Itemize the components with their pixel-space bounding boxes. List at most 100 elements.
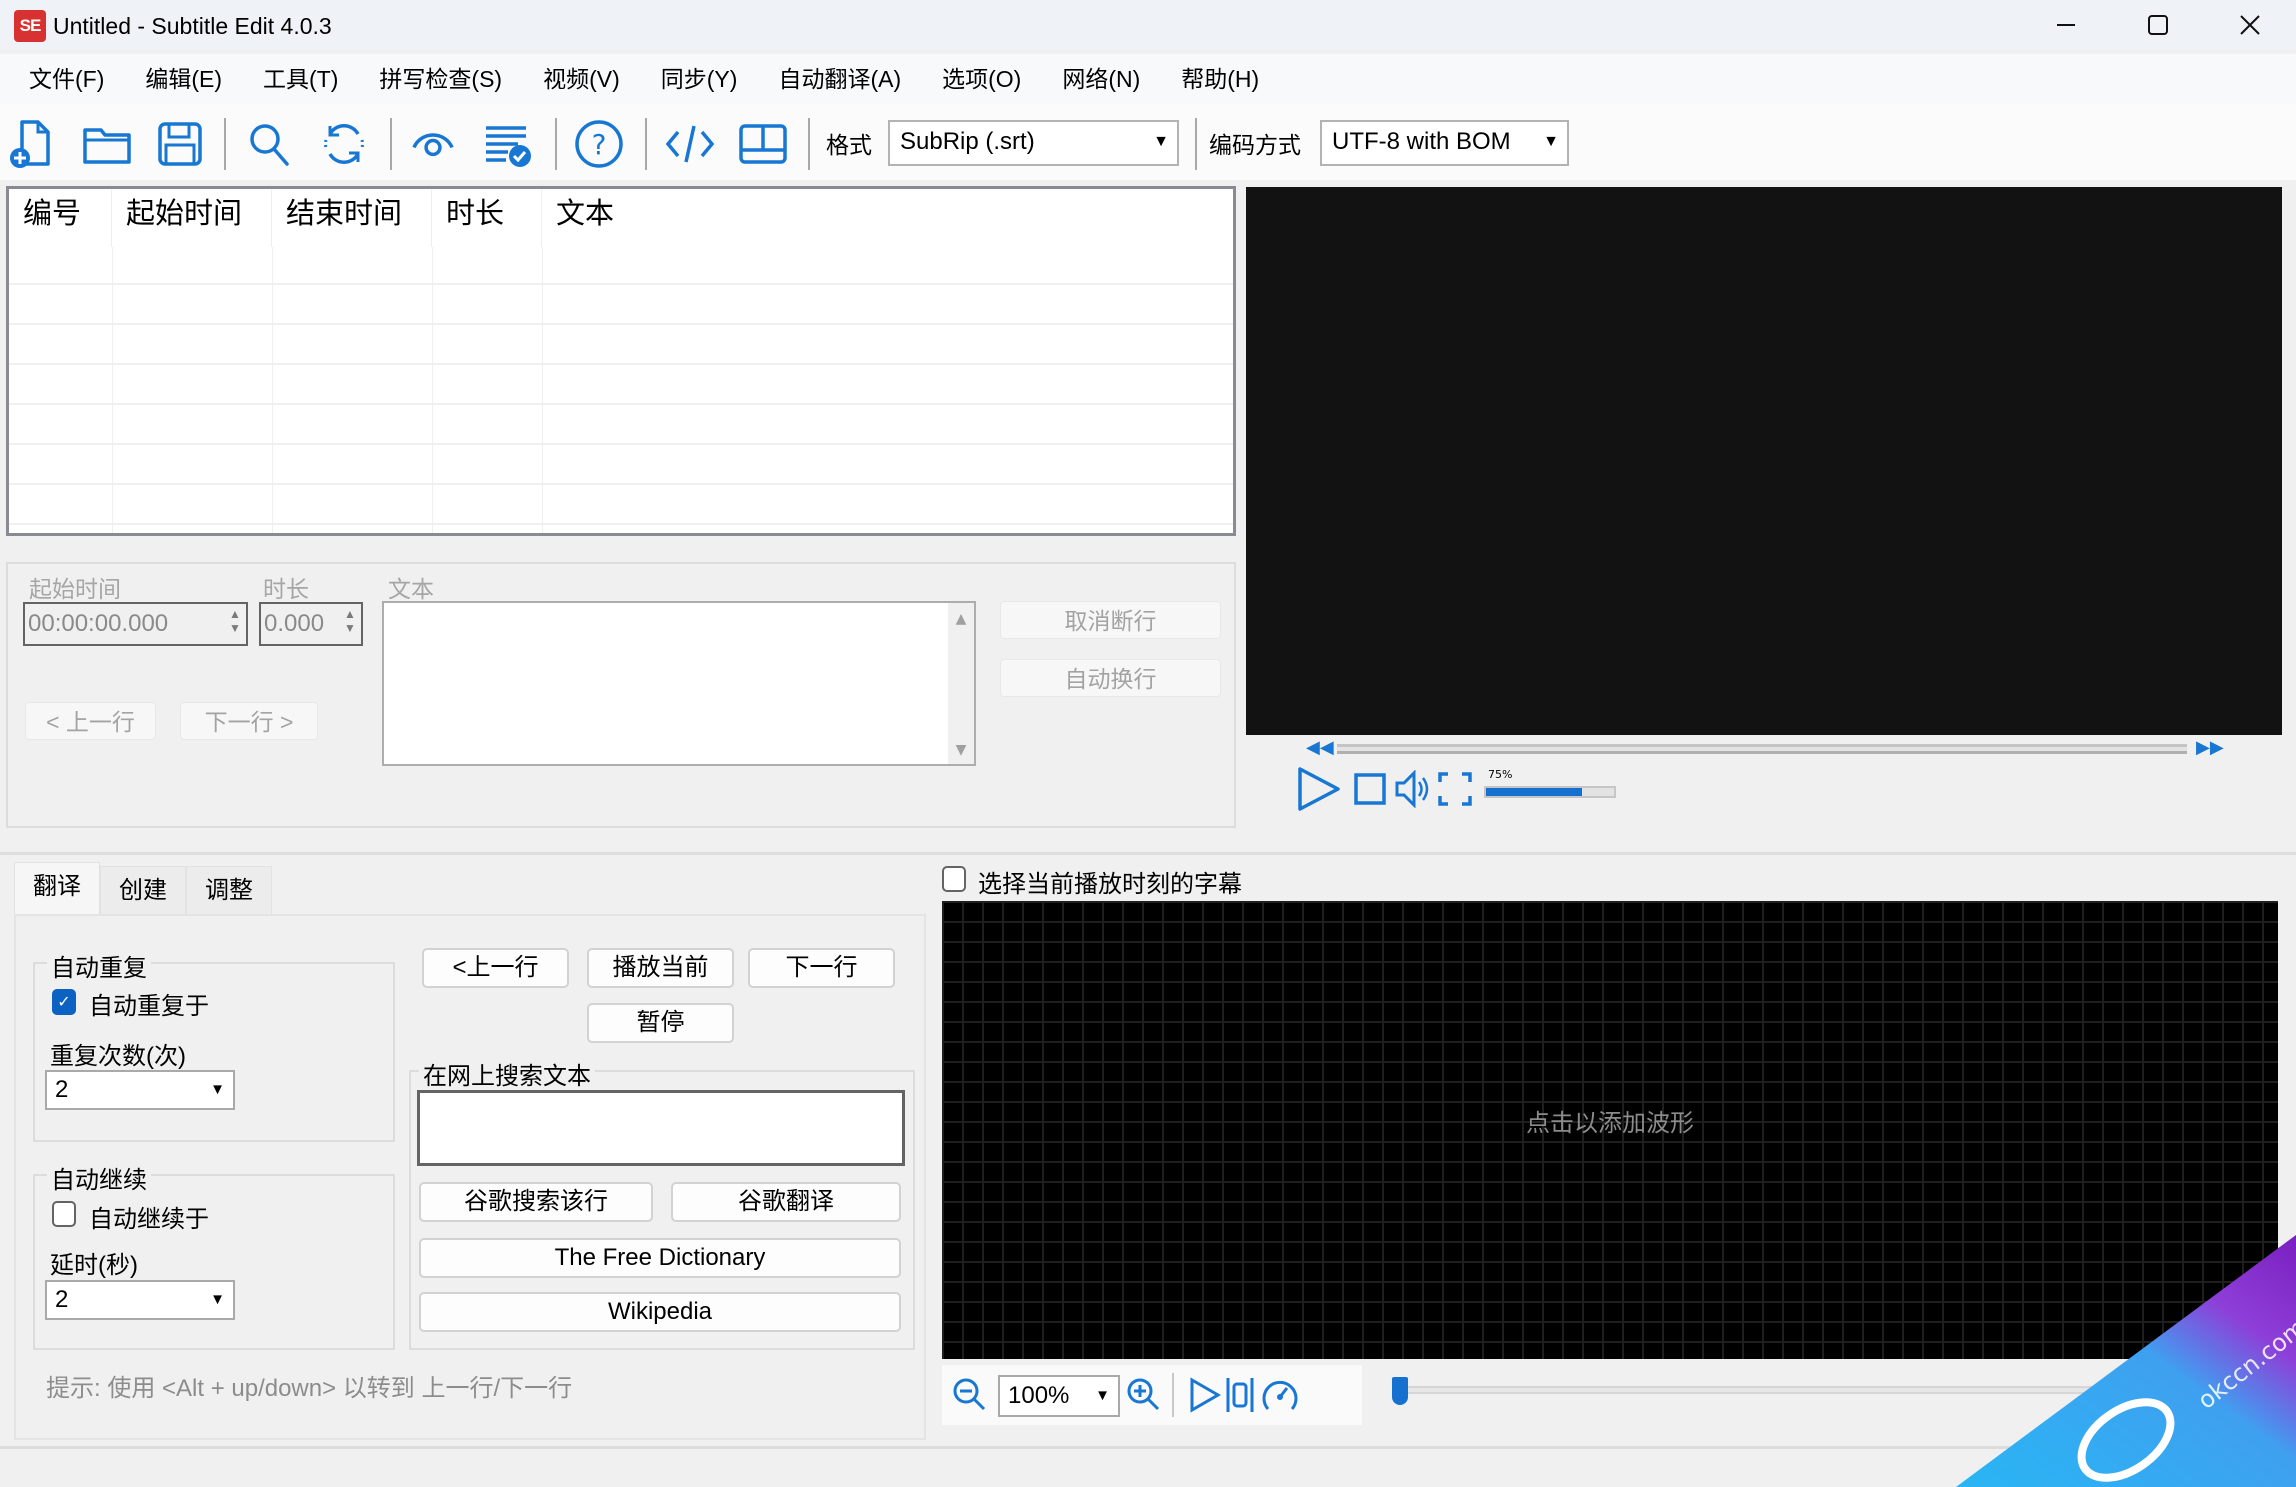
format-label: 格式 — [826, 132, 872, 158]
list-row-divider — [9, 523, 1233, 525]
duration-value: 0.000 — [264, 610, 325, 637]
open-file-button[interactable] — [79, 116, 135, 172]
start-time-input[interactable]: 00:00:00.000 ▲ ▼ — [23, 602, 248, 646]
text-scrollbar[interactable]: ▲ ▼ — [948, 603, 974, 764]
waveform-zoom-dropdown[interactable]: 100% ▼ — [998, 1375, 1120, 1417]
scroll-down-icon[interactable]: ▼ — [948, 742, 974, 758]
encoding-dropdown[interactable]: UTF-8 with BOM ▼ — [1320, 120, 1569, 166]
center-icon — [1226, 1378, 1254, 1412]
column-header-duration[interactable]: 时长 — [432, 189, 542, 247]
start-time-value: 00:00:00.000 — [28, 610, 169, 637]
stop-icon — [1354, 773, 1386, 805]
encoding-value: UTF-8 with BOM — [1332, 128, 1511, 155]
find-button[interactable] — [241, 116, 297, 172]
chevron-down-icon: ▼ — [210, 1081, 225, 1098]
column-header-text[interactable]: 文本 — [542, 189, 1233, 247]
auto-continue-checkbox[interactable] — [52, 1201, 76, 1227]
free-dictionary-button[interactable]: The Free Dictionary — [419, 1238, 901, 1278]
video-player[interactable] — [1246, 187, 2282, 735]
zoom-out-button[interactable] — [948, 1371, 992, 1419]
repeat-count-label: 重复次数(次) — [50, 1043, 186, 1070]
horizontal-splitter[interactable] — [0, 852, 2296, 855]
fast-forward-icon[interactable]: ▶▶ — [2196, 737, 2224, 758]
spinner-arrows-icon[interactable]: ▲ ▼ — [343, 607, 357, 635]
duration-input[interactable]: 0.000 ▲ ▼ — [259, 602, 363, 646]
duration-label: 时长 — [263, 576, 309, 602]
rewind-icon[interactable]: ◀◀ — [1306, 737, 1334, 758]
wikipedia-button[interactable]: Wikipedia — [419, 1292, 901, 1332]
zoom-in-button[interactable] — [1122, 1371, 1166, 1419]
menu-video[interactable]: 视频(V) — [528, 57, 635, 101]
spell-check-button[interactable] — [480, 116, 536, 172]
mute-button[interactable] — [1394, 769, 1430, 809]
waveform-click-hint: 点击以添加波形 — [1526, 1110, 1694, 1137]
pause-button[interactable]: 暂停 — [587, 1003, 734, 1043]
delay-dropdown[interactable]: 2 ▼ — [45, 1280, 235, 1320]
menu-options[interactable]: 选项(O) — [927, 57, 1036, 101]
volume-slider[interactable] — [1484, 786, 1616, 798]
close-button[interactable] — [2204, 0, 2296, 50]
minimize-button[interactable] — [2020, 0, 2112, 50]
menu-help[interactable]: 帮助(H) — [1166, 57, 1274, 101]
maximize-button[interactable] — [2112, 0, 2204, 50]
video-seek-bar[interactable] — [1337, 744, 2187, 754]
menu-tools[interactable]: 工具(T) — [248, 57, 353, 101]
column-header-number[interactable]: 编号 — [9, 189, 112, 247]
auto-continue-checkbox-label: 自动继续于 — [89, 1206, 209, 1233]
minimize-icon — [2057, 24, 2075, 26]
center-button[interactable] — [1218, 1371, 1262, 1419]
translate-next-line-button[interactable]: 下一行 — [748, 948, 895, 988]
svg-text:?: ? — [592, 128, 607, 161]
replace-button[interactable] — [316, 116, 372, 172]
stop-button[interactable] — [1354, 772, 1386, 806]
source-view-button[interactable] — [662, 116, 718, 172]
tab-adjust[interactable]: 调整 — [186, 866, 272, 914]
auto-repeat-checkbox[interactable]: ✓ — [52, 989, 76, 1015]
scroll-up-icon[interactable]: ▲ — [948, 611, 974, 627]
tab-strip: 翻译 创建 调整 — [14, 862, 272, 914]
help-button[interactable]: ? — [571, 116, 627, 172]
find-icon — [250, 124, 289, 166]
list-row-divider — [9, 483, 1233, 485]
prev-line-button[interactable]: < 上一行 — [25, 702, 156, 740]
menu-spell-check[interactable]: 拼写检查(S) — [364, 57, 517, 101]
replace-icon — [324, 124, 364, 164]
save-button[interactable] — [152, 116, 208, 172]
fullscreen-button[interactable] — [1438, 772, 1472, 806]
google-translate-button[interactable]: 谷歌翻译 — [671, 1182, 901, 1222]
auto-break-button[interactable]: 自动换行 — [1000, 659, 1221, 697]
subtitle-text-area[interactable]: ▲ ▼ — [382, 601, 976, 766]
waveform-slider-thumb[interactable] — [1392, 1377, 1408, 1405]
column-header-end-time[interactable]: 结束时间 — [272, 189, 432, 247]
translate-prev-line-button[interactable]: <上一行 — [422, 948, 569, 988]
google-search-line-button[interactable]: 谷歌搜索该行 — [419, 1182, 653, 1222]
select-current-subtitle-checkbox[interactable] — [942, 866, 966, 892]
layout-button[interactable] — [735, 116, 791, 172]
toolbar-separator — [808, 118, 810, 170]
playback-speed-button[interactable] — [1258, 1371, 1302, 1419]
auto-continue-group-title: 自动继续 — [47, 1160, 151, 1195]
repeat-count-dropdown[interactable]: 2 ▼ — [45, 1070, 235, 1110]
tab-translate[interactable]: 翻译 — [14, 862, 100, 914]
menu-file[interactable]: 文件(F) — [14, 57, 119, 101]
list-row-divider — [9, 363, 1233, 365]
menu-networking[interactable]: 网络(N) — [1047, 57, 1155, 101]
tab-create[interactable]: 创建 — [100, 866, 186, 914]
column-header-start-time[interactable]: 起始时间 — [112, 189, 272, 247]
visual-sync-button[interactable] — [405, 116, 461, 172]
zoom-out-icon — [953, 1378, 986, 1411]
menu-synchronization[interactable]: 同步(Y) — [646, 57, 753, 101]
next-line-button[interactable]: 下一行 > — [180, 702, 318, 740]
play-current-button[interactable]: 播放当前 — [587, 948, 734, 988]
format-dropdown[interactable]: SubRip (.srt) ▼ — [888, 120, 1179, 166]
toolbar-separator — [645, 118, 647, 170]
web-search-group-title: 在网上搜索文本 — [419, 1056, 595, 1091]
spinner-arrows-icon[interactable]: ▲ ▼ — [228, 607, 242, 635]
unbreak-button[interactable]: 取消断行 — [1000, 601, 1221, 639]
subtitle-list[interactable]: 编号 起始时间 结束时间 时长 文本 — [6, 186, 1236, 536]
web-search-input[interactable] — [417, 1090, 905, 1166]
menu-edit[interactable]: 编辑(E) — [130, 57, 237, 101]
new-file-button[interactable] — [4, 116, 60, 172]
menu-auto-translate[interactable]: 自动翻译(A) — [763, 57, 916, 101]
play-button[interactable] — [1296, 765, 1342, 813]
